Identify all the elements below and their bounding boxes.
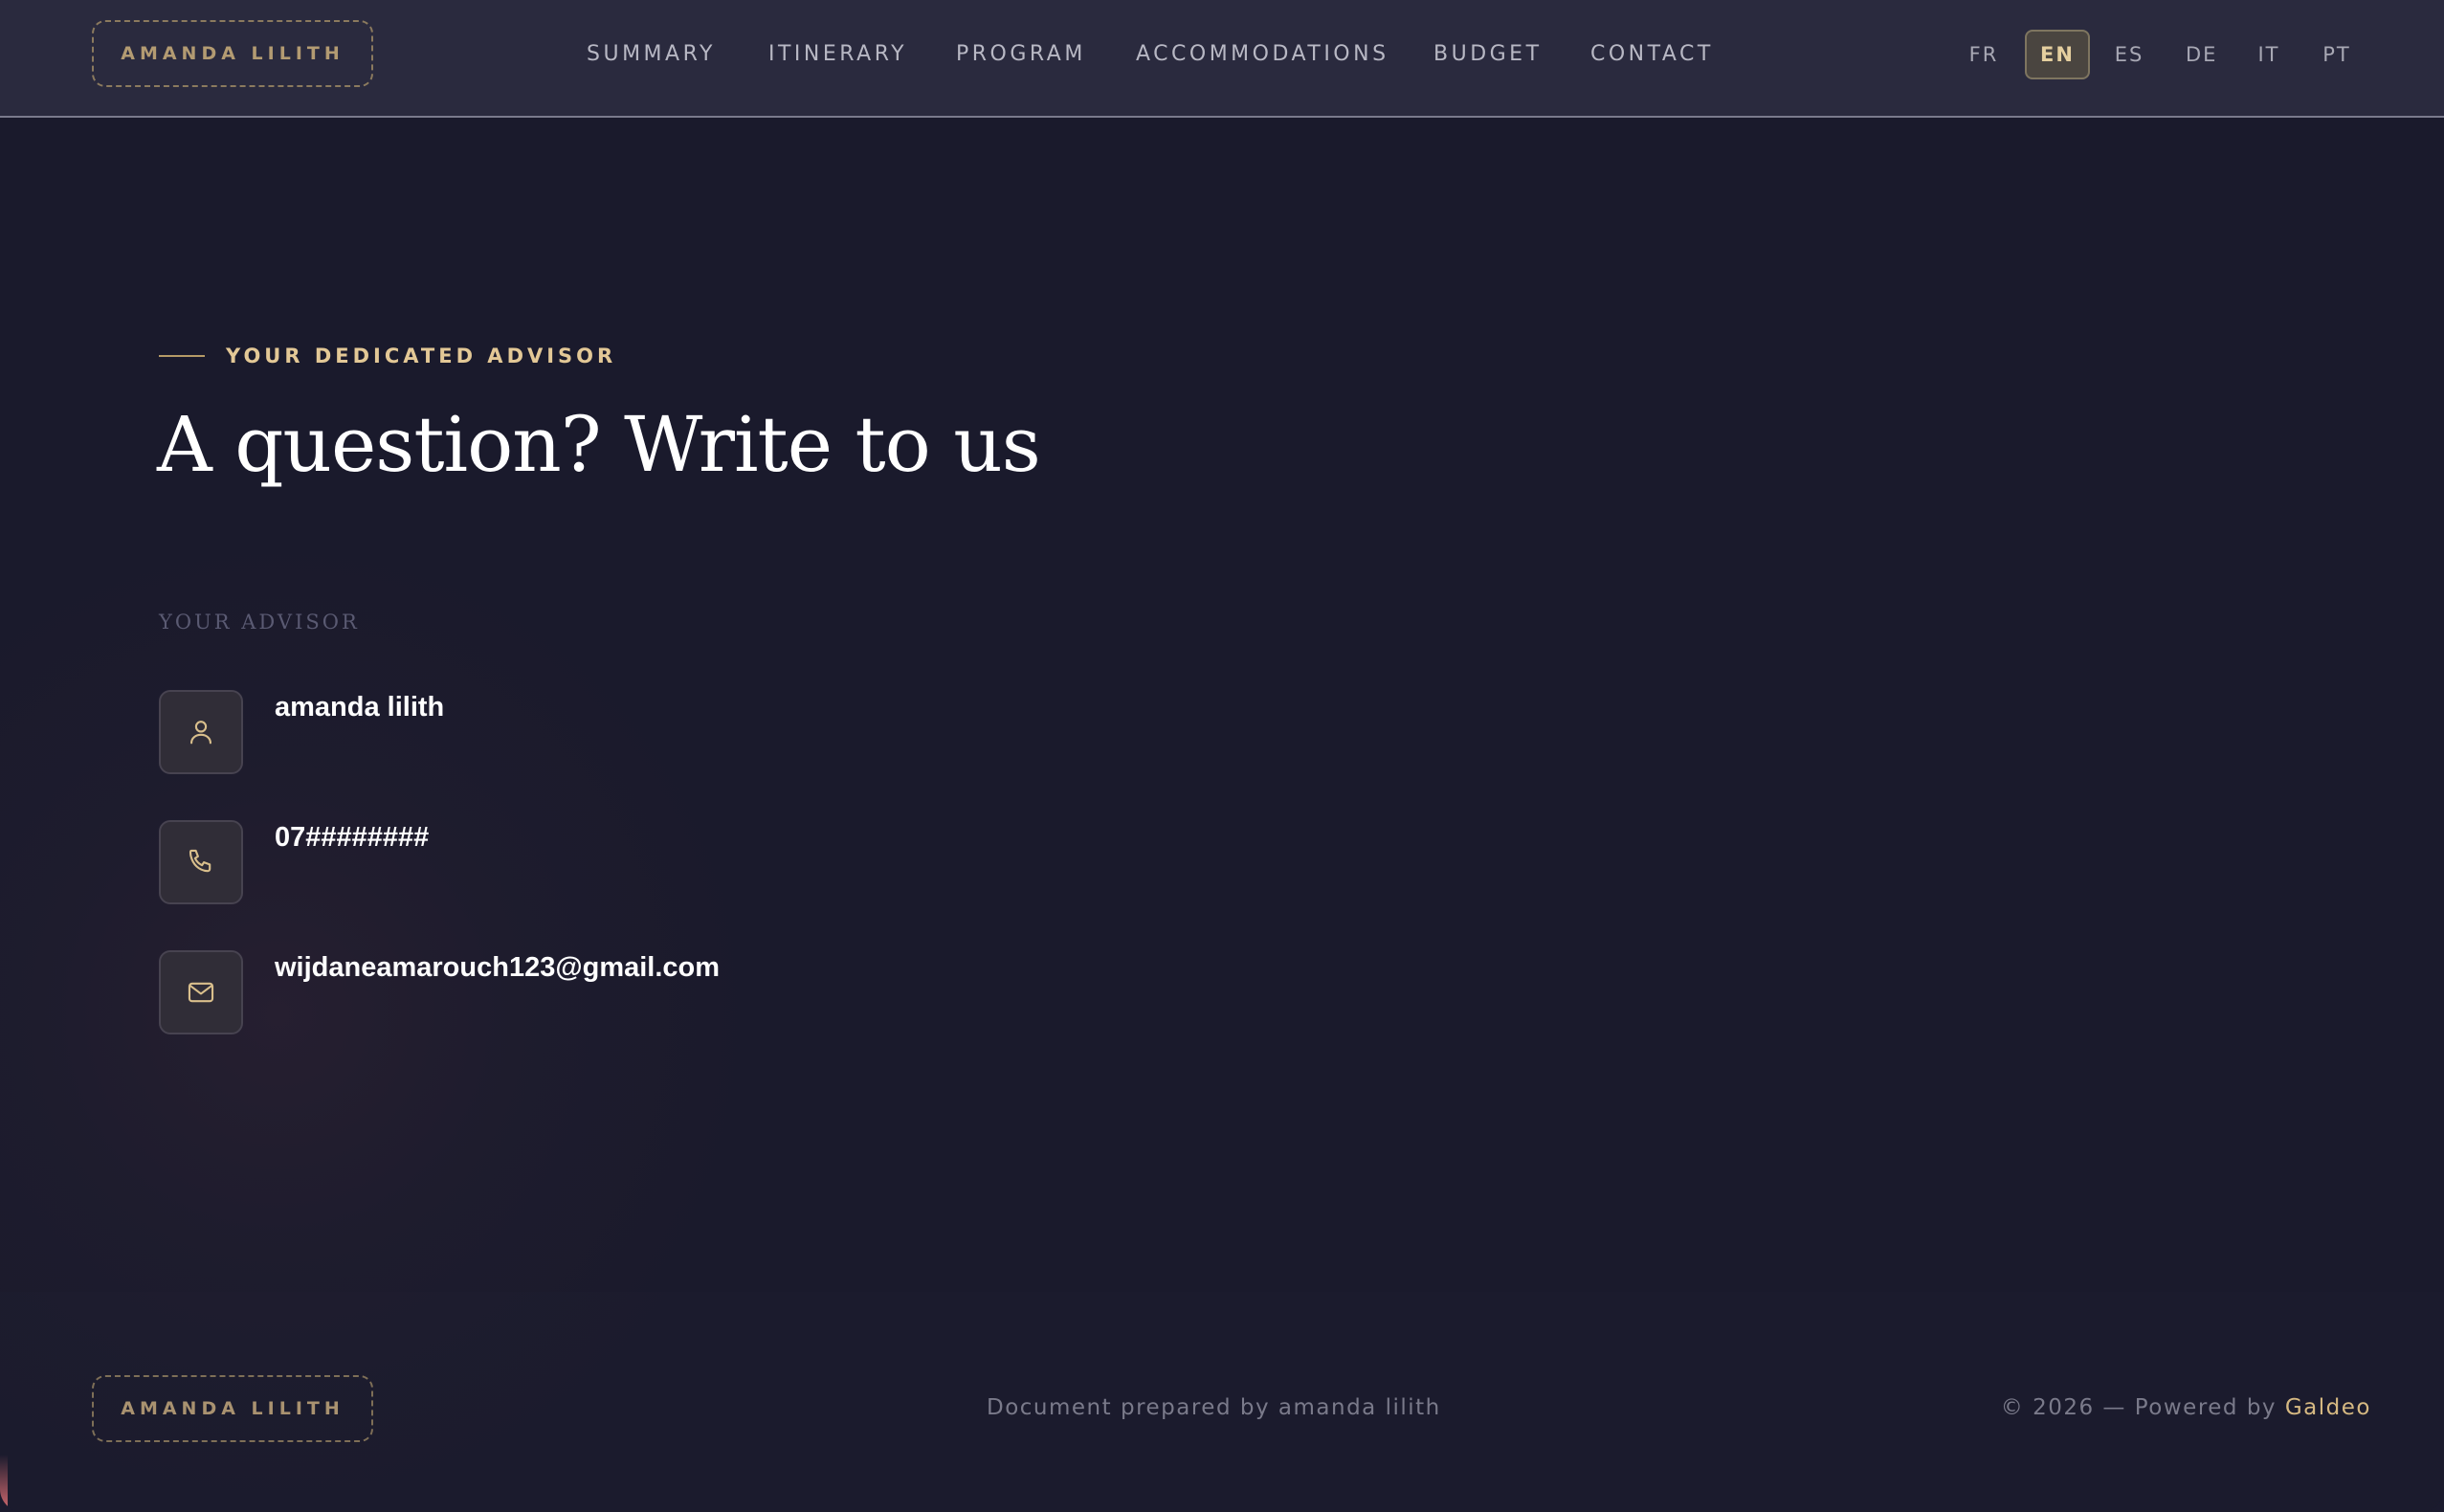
corner-accent — [0, 1455, 8, 1512]
powered-by-link[interactable]: Galdeo — [2285, 1395, 2371, 1420]
page-title: A question? Write to us — [157, 400, 1041, 489]
nav-summary[interactable]: SUMMARY — [587, 42, 716, 66]
nav-program[interactable]: PROGRAM — [956, 42, 1086, 66]
lang-de-button[interactable]: DE — [2174, 30, 2229, 79]
nav-budget[interactable]: BUDGET — [1433, 42, 1543, 66]
nav-accommodations[interactable]: ACCOMMODATIONS — [1136, 42, 1389, 66]
section-eyebrow: YOUR DEDICATED ADVISOR — [159, 345, 616, 367]
copyright-text: © 2026 — Powered by — [2000, 1395, 2285, 1420]
page: AMANDA LILITH SUMMARY ITINERARY PROGRAM … — [0, 0, 2444, 1512]
eyebrow-text: YOUR DEDICATED ADVISOR — [226, 345, 617, 367]
top-header: AMANDA LILITH SUMMARY ITINERARY PROGRAM … — [0, 0, 2444, 118]
nav-contact[interactable]: CONTACT — [1590, 42, 1714, 66]
mail-icon — [159, 950, 243, 1034]
advisor-phone[interactable]: 07######## — [275, 822, 429, 854]
header-brand-logo[interactable]: AMANDA LILITH — [92, 20, 373, 87]
user-icon — [159, 690, 243, 774]
phone-icon — [159, 820, 243, 904]
footer-brand-logo[interactable]: AMANDA LILITH — [92, 1375, 373, 1442]
lang-es-button[interactable]: ES — [2102, 30, 2156, 79]
advisor-email[interactable]: wijdaneamarouch123@gmail.com — [275, 952, 720, 984]
lang-fr-button[interactable]: FR — [1957, 30, 2011, 79]
advisor-section-label: YOUR ADVISOR — [159, 611, 360, 634]
lang-pt-button[interactable]: PT — [2310, 30, 2364, 79]
advisor-name: amanda lilith — [275, 692, 445, 723]
nav-itinerary[interactable]: ITINERARY — [768, 42, 907, 66]
lang-en-button[interactable]: EN — [2025, 30, 2090, 79]
footer-prepared-by: Document prepared by amanda lilith — [987, 1395, 1441, 1420]
lang-it-button[interactable]: IT — [2242, 30, 2296, 79]
eyebrow-divider — [159, 355, 205, 357]
footer-copyright: © 2026 — Powered by Galdeo — [2001, 1395, 2371, 1420]
